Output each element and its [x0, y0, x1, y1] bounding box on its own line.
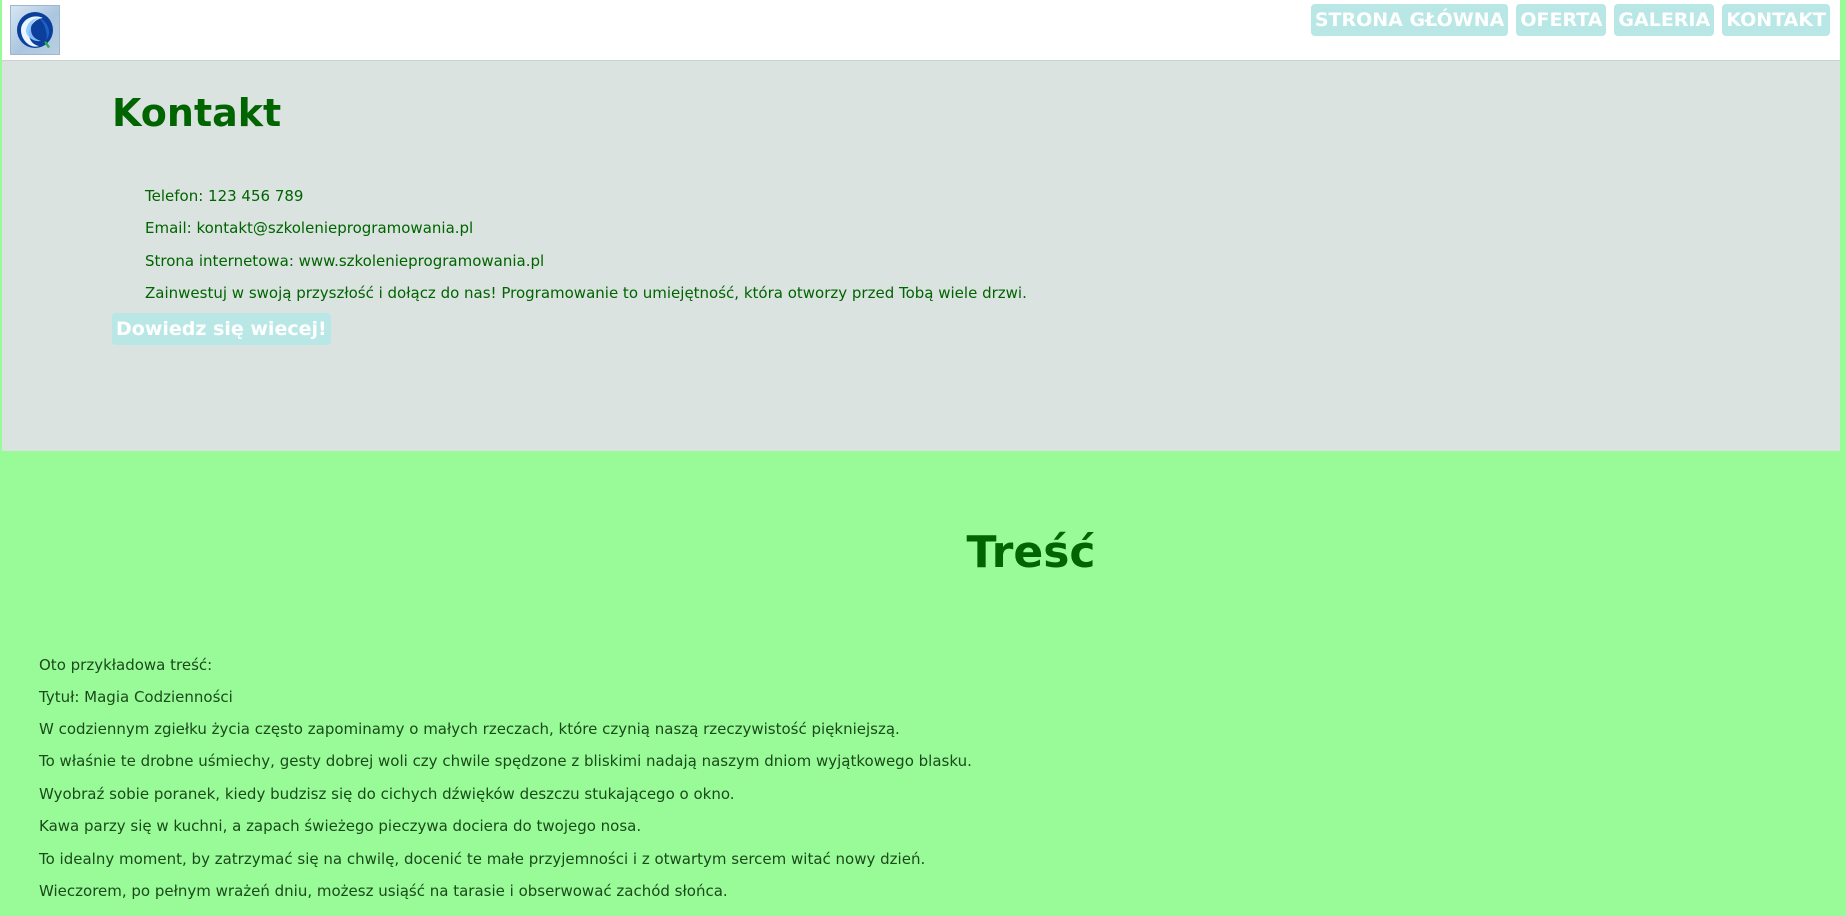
content-paragraph: Wyobraź sobie poranek, kiedy budzisz się…	[39, 785, 735, 803]
contact-website: Strona internetowa: www.szkolenieprogram…	[145, 252, 545, 270]
globe-logo-graphic	[17, 12, 53, 48]
content-paragraph: W codziennym zgiełku życia często zapomi…	[39, 720, 900, 738]
content-paragraph: To właśnie te drobne uśmiechy, gesty dob…	[39, 752, 972, 770]
content-title: Treść	[0, 525, 1846, 581]
contact-email: Email: kontakt@szkolenieprogramowania.pl	[145, 219, 474, 237]
top-navigation-bar: STRONA GŁÓWNA OFERTA GALERIA KONTAKT	[2, 0, 1840, 61]
content-paragraph: To idealny moment, by zatrzymać się na c…	[39, 850, 926, 868]
content-paragraph: Kawa parzy się w kuchni, a zapach świeże…	[39, 817, 642, 835]
content-paragraph: Oto przykładowa treść:	[39, 656, 213, 674]
nav-offer-button[interactable]: OFERTA	[1516, 4, 1607, 36]
globe-logo-icon[interactable]	[10, 5, 60, 55]
content-title-text: Treść	[966, 527, 1096, 578]
contact-section: Kontakt Telefon: 123 456 789 Email: kont…	[2, 61, 1840, 451]
learn-more-button[interactable]: Dowiedz się wiecej!	[112, 313, 331, 345]
content-paragraph: Wieczorem, po pełnym wrażeń dniu, możesz…	[39, 882, 728, 900]
contact-title: Kontakt	[112, 91, 282, 135]
main-nav: STRONA GŁÓWNA OFERTA GALERIA KONTAKT	[1310, 4, 1830, 36]
nav-gallery-button[interactable]: GALERIA	[1614, 4, 1715, 36]
nav-contact-button[interactable]: KONTAKT	[1722, 4, 1830, 36]
content-paragraph: Tytuł: Magia Codzienności	[39, 688, 233, 706]
contact-phone: Telefon: 123 456 789	[145, 187, 304, 205]
nav-home-button[interactable]: STRONA GŁÓWNA	[1310, 4, 1509, 36]
contact-description: Zainwestuj w swoją przyszłość i dołącz d…	[145, 284, 1027, 302]
